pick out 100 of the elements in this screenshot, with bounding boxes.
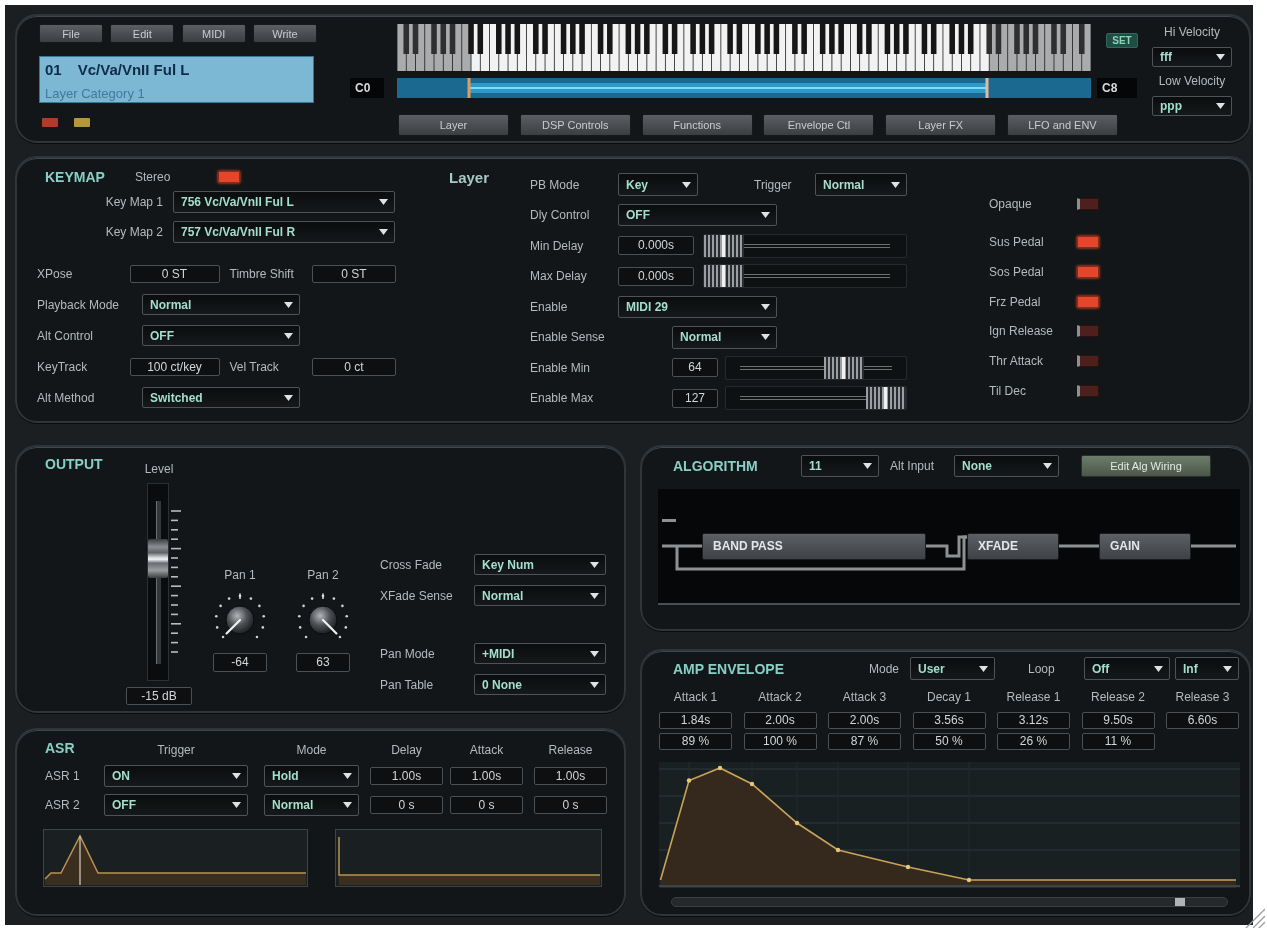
value-field[interactable]: 3.56s xyxy=(912,712,986,729)
led-icon[interactable] xyxy=(1077,198,1099,210)
field-label: Enable Sense xyxy=(530,329,606,345)
caret-icon xyxy=(761,212,770,218)
value-field[interactable]: 26 % xyxy=(997,733,1070,750)
value-field[interactable]: -15 dB xyxy=(126,687,192,705)
dropdown[interactable]: ON xyxy=(104,765,248,787)
led-icon[interactable] xyxy=(1077,325,1099,338)
value-field[interactable]: 0 ct xyxy=(312,357,396,376)
slider-thumb[interactable] xyxy=(824,356,864,379)
slider-thumb[interactable] xyxy=(704,234,744,257)
key-range-bar[interactable] xyxy=(397,78,1091,98)
dropdown[interactable]: MIDI 29 xyxy=(618,295,777,318)
value-field[interactable]: 100 % xyxy=(743,733,817,750)
dropdown[interactable]: ppp xyxy=(1152,96,1232,116)
led-icon[interactable] xyxy=(218,170,240,183)
value-field[interactable]: 0 s xyxy=(370,796,443,814)
dropdown[interactable]: 756 Vc/Va/VnII Ful L xyxy=(173,191,395,213)
dropdown[interactable]: Switched xyxy=(142,387,300,408)
dropdown[interactable]: User xyxy=(910,657,995,680)
value-field[interactable]: 0 ST xyxy=(312,264,396,283)
algorithm-block[interactable]: BAND PASS xyxy=(702,533,926,560)
algorithm-block[interactable]: XFADE xyxy=(967,533,1059,560)
caret-icon xyxy=(979,665,988,672)
scrollbar[interactable] xyxy=(671,897,1228,907)
value-field[interactable]: 0.000s xyxy=(618,236,694,255)
dropdown[interactable]: OFF xyxy=(618,204,777,226)
value-field[interactable]: 1.00s xyxy=(534,767,607,785)
dropdown[interactable]: fff xyxy=(1152,47,1232,67)
led-icon[interactable] xyxy=(1077,265,1099,278)
dropdown[interactable]: Inf xyxy=(1175,657,1239,680)
value-field[interactable]: 1.00s xyxy=(370,767,443,785)
value-field[interactable]: 6.60s xyxy=(1166,712,1239,729)
slider-thumb[interactable] xyxy=(866,387,906,409)
value-field[interactable]: 100 ct/key xyxy=(129,357,220,376)
caret-icon xyxy=(343,802,352,808)
fader-track[interactable] xyxy=(147,483,169,681)
page-button[interactable]: DSP Controls xyxy=(519,114,631,136)
column-header: Release xyxy=(547,742,594,758)
dropdown[interactable]: Key Num xyxy=(474,554,606,575)
slider-track[interactable] xyxy=(703,233,907,258)
dropdown[interactable]: 757 Vc/Va/VnII Ful R xyxy=(173,221,395,243)
value-field[interactable]: 64 xyxy=(672,358,718,377)
page-button[interactable]: Functions xyxy=(641,114,753,136)
value-field[interactable]: 127 xyxy=(672,388,718,408)
dropdown[interactable]: +MIDI xyxy=(474,643,606,664)
value-field[interactable]: 2.00s xyxy=(828,712,901,729)
page-button[interactable]: Envelope Ctl xyxy=(763,114,875,136)
dropdown[interactable]: Normal xyxy=(815,173,907,196)
field-label: Key Map 1 xyxy=(104,194,164,210)
dropdown[interactable]: Key xyxy=(618,173,698,196)
algorithm-block[interactable]: GAIN xyxy=(1099,533,1191,560)
value-field[interactable]: 63 xyxy=(296,653,350,672)
led-icon[interactable] xyxy=(1077,295,1099,308)
dropdown[interactable]: Off xyxy=(1084,657,1170,680)
dropdown[interactable]: Normal xyxy=(474,585,606,606)
dropdown[interactable]: OFF xyxy=(142,325,300,346)
resize-grip-icon[interactable] xyxy=(1245,908,1265,928)
value-field[interactable]: 0 s xyxy=(534,796,607,814)
scrollbar-thumb[interactable] xyxy=(1175,898,1185,906)
page-button[interactable]: Layer xyxy=(398,114,509,136)
dropdown[interactable]: None xyxy=(954,455,1059,477)
slider-track[interactable] xyxy=(725,355,907,380)
piano-keyboard[interactable] xyxy=(397,24,1091,71)
menu-button[interactable]: Write xyxy=(253,24,317,43)
value-field[interactable]: 89 % xyxy=(659,733,732,750)
value-field[interactable]: 0 s xyxy=(450,796,523,814)
dropdown[interactable]: Normal xyxy=(672,325,777,349)
set-button[interactable]: SET xyxy=(1106,33,1138,48)
value-field[interactable]: 3.12s xyxy=(997,712,1070,729)
menu-button[interactable]: File xyxy=(39,24,103,43)
value-field[interactable]: 2.00s xyxy=(743,712,817,729)
field-label: ASR 2 xyxy=(45,797,81,813)
dropdown[interactable]: OFF xyxy=(104,794,248,816)
slider-track[interactable] xyxy=(703,264,907,288)
value-field[interactable]: 50 % xyxy=(912,733,986,750)
slider-thumb[interactable] xyxy=(704,265,744,287)
menu-button[interactable]: MIDI xyxy=(181,24,246,43)
dropdown[interactable]: 0 None xyxy=(474,674,606,695)
value-field[interactable]: -64 xyxy=(213,653,267,672)
value-field[interactable]: 9.50s xyxy=(1081,712,1155,729)
value-field[interactable]: 87 % xyxy=(828,733,901,750)
edit-wiring-button[interactable]: Edit Alg Wiring xyxy=(1081,455,1211,477)
dropdown[interactable]: Normal xyxy=(142,294,300,315)
led-icon[interactable] xyxy=(1077,354,1099,367)
dropdown[interactable]: Normal xyxy=(264,794,359,816)
value-field[interactable]: 1.84s xyxy=(659,712,732,729)
led-icon[interactable] xyxy=(1077,236,1099,249)
led-icon[interactable] xyxy=(1077,384,1099,397)
menu-button[interactable]: Edit xyxy=(110,24,175,43)
page-button[interactable]: Layer FX xyxy=(885,114,997,136)
page-button[interactable]: LFO and ENV xyxy=(1007,114,1118,136)
value-field[interactable]: 11 % xyxy=(1081,733,1155,750)
dropdown[interactable]: 11 xyxy=(801,455,879,477)
slider-track[interactable] xyxy=(725,386,907,410)
fader-thumb[interactable] xyxy=(148,538,168,578)
value-field[interactable]: 0.000s xyxy=(618,266,694,286)
value-field[interactable]: 1.00s xyxy=(450,767,523,785)
value-field[interactable]: 0 ST xyxy=(129,264,220,283)
dropdown[interactable]: Hold xyxy=(264,765,359,787)
